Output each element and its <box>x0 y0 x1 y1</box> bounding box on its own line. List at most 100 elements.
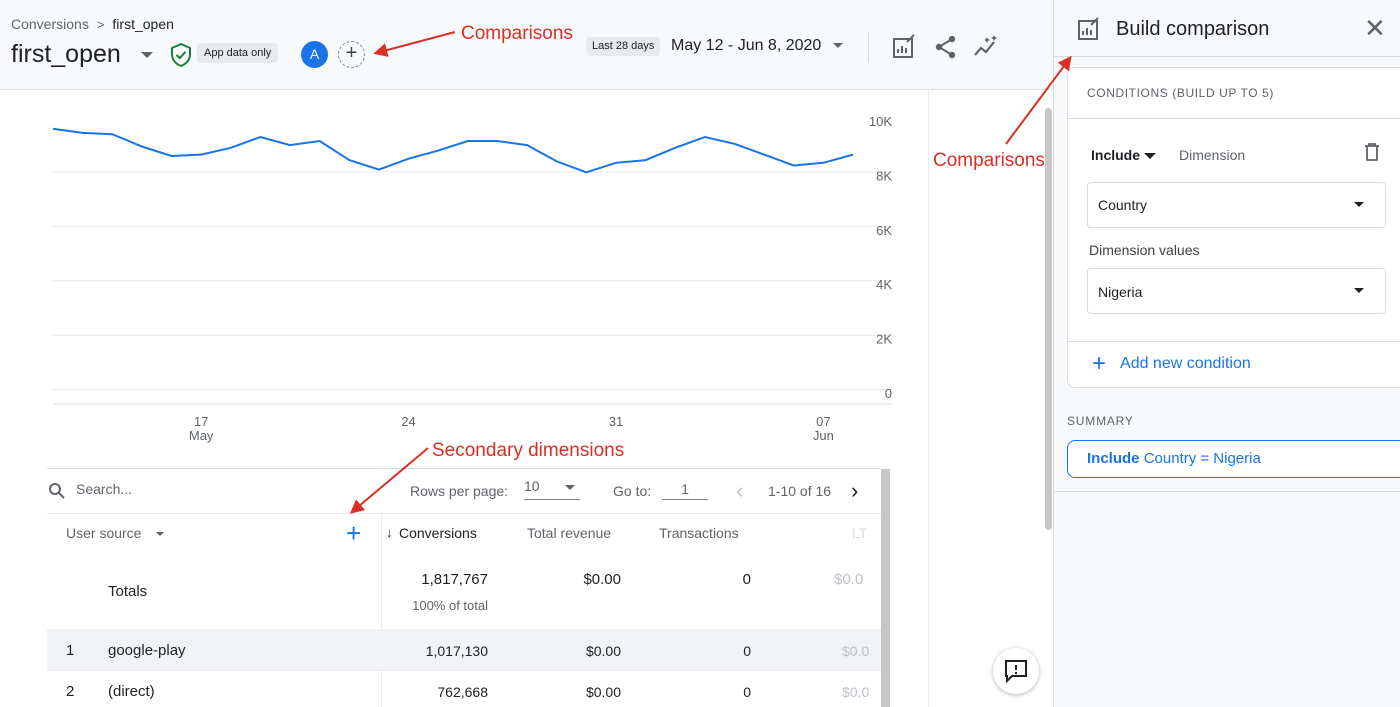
conditions-divider <box>1067 341 1400 342</box>
date-range-picker[interactable]: May 12 - Jun 8, 2020 <box>671 37 821 55</box>
rows-per-page-caret-icon[interactable] <box>565 485 575 490</box>
row-source[interactable]: google-play <box>108 642 186 659</box>
y-tick-label: 0 <box>885 386 892 401</box>
header-divider <box>868 32 869 62</box>
add-condition-label: Add new condition <box>1120 355 1251 372</box>
shield-check-icon <box>171 43 191 67</box>
goto-label: Go to: <box>613 483 652 499</box>
row-conversions: 1,017,130 <box>425 643 488 659</box>
annotation-comparisons-top: Comparisons <box>461 23 573 44</box>
y-tick-label: 10K <box>869 114 892 129</box>
share-icon[interactable] <box>933 34 959 60</box>
page-title[interactable]: first_open <box>11 40 121 69</box>
add-secondary-dimension-icon[interactable]: + <box>346 520 361 546</box>
line-chart: 10K 8K 6K 4K 2K 0 17May 24 31 07Jun <box>52 114 892 443</box>
chart-y-axis: 10K 8K 6K 4K 2K 0 <box>869 114 892 401</box>
conditions-title: CONDITIONS (BUILD UP TO 5) <box>1087 86 1274 100</box>
chevron-right-icon: > <box>96 16 105 32</box>
close-icon[interactable]: ✕ <box>1364 15 1386 41</box>
dimension-values-select-value: Nigeria <box>1098 284 1143 300</box>
title-dropdown-icon[interactable] <box>141 52 153 58</box>
x-tick-label: 17 <box>194 414 208 429</box>
y-tick-label: 6K <box>876 223 892 238</box>
rows-per-page-label: Rows per page: <box>410 483 509 499</box>
chart-x-axis: 17May 24 31 07Jun <box>189 414 834 443</box>
x-tick-label: 31 <box>609 414 623 429</box>
x-tick-month-label: Jun <box>813 428 834 443</box>
add-condition-button[interactable]: + Add new condition <box>1092 350 1251 377</box>
totals-ltv: $0.0 <box>834 571 864 588</box>
dimension-header[interactable]: User source <box>66 525 141 541</box>
summary-label: SUMMARY <box>1067 414 1134 428</box>
y-tick-label: 8K <box>876 168 892 183</box>
goto-page-input[interactable] <box>662 478 708 500</box>
customize-report-icon[interactable] <box>891 34 917 60</box>
chart-series-line <box>52 127 854 174</box>
dimension-values-caret-icon[interactable] <box>1354 288 1364 293</box>
insights-icon[interactable] <box>973 34 999 60</box>
dimension-select-value: Country <box>1098 197 1148 213</box>
totals-conversions-share: 100% of total <box>412 598 488 613</box>
row-index: 1 <box>66 642 75 659</box>
row-revenue: $0.00 <box>585 643 621 659</box>
row-ltv: $0.0 <box>842 643 870 659</box>
trash-icon[interactable] <box>1363 142 1381 162</box>
column-header-conversions[interactable]: Conversions <box>399 525 477 541</box>
y-tick-label: 4K <box>876 277 892 292</box>
x-tick-month-label: May <box>189 428 214 443</box>
dimension-select-caret-icon[interactable] <box>1354 202 1364 207</box>
y-tick-label: 2K <box>876 332 892 347</box>
row-ltv: $0.0 <box>842 684 870 700</box>
breadcrumb-current: first_open <box>112 16 174 32</box>
totals-row <box>47 555 881 631</box>
totals-label: Totals <box>108 583 148 600</box>
column-header-ltv[interactable]: LT <box>852 525 867 541</box>
row-transactions: 0 <box>743 643 751 659</box>
annotation-comparisons-panel: Comparisons <box>933 150 1045 171</box>
row-revenue: $0.00 <box>585 684 621 700</box>
column-header-transactions[interactable]: Transactions <box>659 525 739 541</box>
sort-desc-icon[interactable]: ↓ <box>386 525 393 540</box>
feedback-icon <box>1005 660 1027 684</box>
panel-divider <box>1054 491 1400 492</box>
x-tick-label: 24 <box>401 414 415 429</box>
comparison-avatar[interactable]: A <box>301 41 328 68</box>
summary-text: Country = Nigeria <box>1143 450 1261 467</box>
main-scrollbar[interactable] <box>1045 108 1052 530</box>
include-caret-icon[interactable] <box>1144 153 1156 159</box>
feedback-button[interactable] <box>993 648 1039 694</box>
search-icon <box>49 483 65 499</box>
summary-include: Include <box>1087 450 1140 467</box>
row-index: 2 <box>66 683 75 700</box>
date-range-caret-icon[interactable] <box>833 43 843 48</box>
platform-chip[interactable]: App data only <box>197 43 279 63</box>
dimension-label: Dimension <box>1179 147 1246 163</box>
plus-icon: + <box>1092 350 1107 377</box>
column-header-revenue[interactable]: Total revenue <box>527 525 611 541</box>
table-search-input[interactable] <box>76 481 276 497</box>
totals-transactions: 0 <box>742 571 751 588</box>
summary-pill[interactable]: Include Country = Nigeria <box>1067 440 1400 478</box>
conditions-divider <box>1067 118 1400 119</box>
totals-conversions: 1,817,767 <box>421 571 488 588</box>
breadcrumb-conversions[interactable]: Conversions <box>11 16 89 32</box>
chart-series <box>52 127 854 174</box>
prev-page-icon[interactable]: ‹ <box>736 478 743 504</box>
panel-title: Build comparison <box>1116 18 1270 40</box>
row-transactions: 0 <box>743 684 751 700</box>
table-divider <box>47 468 881 469</box>
row-conversions: 762,668 <box>437 684 488 700</box>
dimension-caret-icon[interactable] <box>156 532 164 536</box>
dimension-values-label: Dimension values <box>1089 242 1200 258</box>
annotation-secondary-dimensions: Secondary dimensions <box>432 440 625 461</box>
table-scrollbar[interactable] <box>881 469 890 707</box>
chart-grid <box>53 171 892 405</box>
x-tick-label: 07 <box>816 414 830 429</box>
page-info: 1-10 of 16 <box>768 483 832 499</box>
include-dropdown[interactable]: Include <box>1091 147 1140 163</box>
row-source[interactable]: (direct) <box>108 683 155 700</box>
breadcrumb: Conversions > first_open <box>11 16 174 32</box>
page: Conversions > first_open first_open App … <box>0 0 1400 707</box>
add-comparison-icon[interactable]: + <box>338 41 365 68</box>
next-page-icon[interactable]: › <box>851 478 858 504</box>
